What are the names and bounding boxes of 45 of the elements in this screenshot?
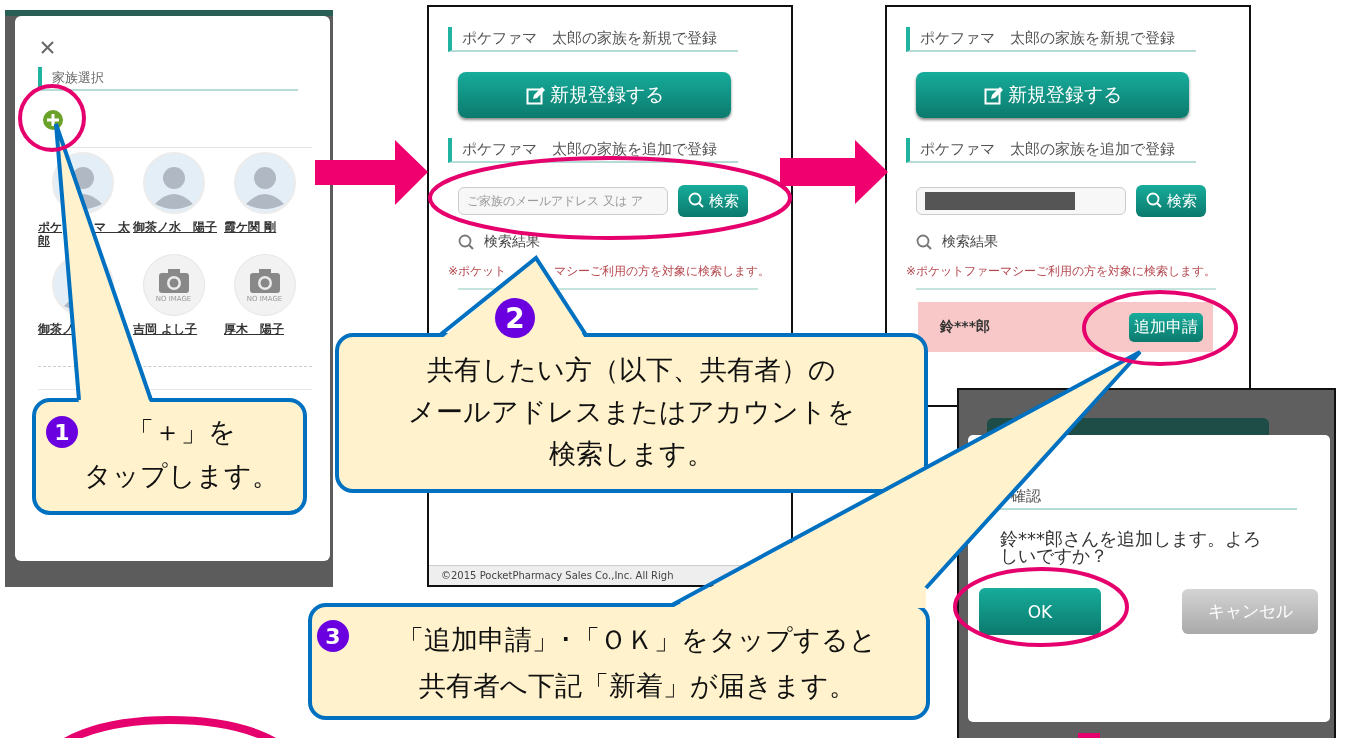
member-name-link[interactable]: 厚木 陽子	[224, 322, 284, 336]
search-icon	[1145, 192, 1164, 210]
search-note: ※ポケットファーマシーご利用の方を対象に検索します。	[906, 264, 1217, 278]
search-icon	[458, 234, 474, 250]
register-button[interactable]: 新規登録する	[916, 72, 1189, 118]
section-heading: ポケファマ 太郎の家族を追加で登録	[906, 138, 1196, 163]
section-heading: ポケファマ 太郎の家族を新規で登録	[448, 27, 738, 52]
search-field[interactable]	[916, 187, 1126, 215]
add-request-button[interactable]: 追加申請	[1129, 312, 1203, 342]
callout-text: 共有したい方（以下、共有者）の	[427, 353, 836, 387]
section-heading: ポケファマ 太郎の家族を新規で登録	[906, 27, 1196, 52]
callout-text: タップします。	[84, 459, 279, 493]
callout-text: 「＋」を	[127, 415, 236, 449]
highlight-mark	[1078, 733, 1100, 738]
member-name-link[interactable]: 郎	[38, 234, 50, 248]
register-button[interactable]: 新規登録する	[458, 72, 731, 118]
callout-text: 検索します。	[549, 437, 714, 471]
member-name-link[interactable]: 霞ケ関 剛	[224, 220, 277, 234]
callout-text: 共有者へ下記「新着」が届きます。	[418, 669, 856, 703]
camera-icon	[157, 267, 190, 295]
result-name: 鈴***郎	[940, 318, 990, 336]
edit-icon	[525, 85, 546, 105]
dialog-message: 鈴***郎さんを追加します。よろしいですか？	[1000, 530, 1262, 564]
member-name-link[interactable]: マ 太	[94, 220, 130, 234]
search-button[interactable]: 検索	[678, 185, 748, 217]
search-icon	[687, 192, 706, 210]
search-icon	[916, 234, 932, 250]
search-button[interactable]: 検索	[1136, 185, 1206, 217]
member-name-link[interactable]: 御茶ノ水 陽子	[133, 220, 217, 234]
search-field[interactable]: ご家族のメールアドレス 又は ア	[458, 187, 668, 215]
edit-icon	[983, 85, 1004, 105]
search-note: マシーご利用の方を対象に検索します。	[554, 264, 771, 278]
section-heading: ポケファマ 太郎の家族を追加で登録	[448, 138, 738, 163]
highlight-ellipse	[18, 84, 86, 152]
callout-text: メールアドレスまたはアカウントを	[408, 395, 855, 429]
add-icon[interactable]	[42, 109, 64, 131]
search-note: ※ポケット	[448, 264, 507, 278]
member-name-link[interactable]: 吉岡 よし子	[133, 322, 198, 336]
member-name-link[interactable]: ポケ	[38, 220, 62, 234]
ok-button[interactable]: OK	[979, 588, 1101, 635]
callout-text: 「追加申請」･「ＯＫ」をタップすると	[397, 623, 877, 657]
close-icon[interactable]	[40, 40, 55, 55]
section-heading: 家族選択	[38, 67, 298, 91]
camera-icon	[248, 267, 281, 295]
results-heading: 検索結果	[942, 233, 998, 251]
